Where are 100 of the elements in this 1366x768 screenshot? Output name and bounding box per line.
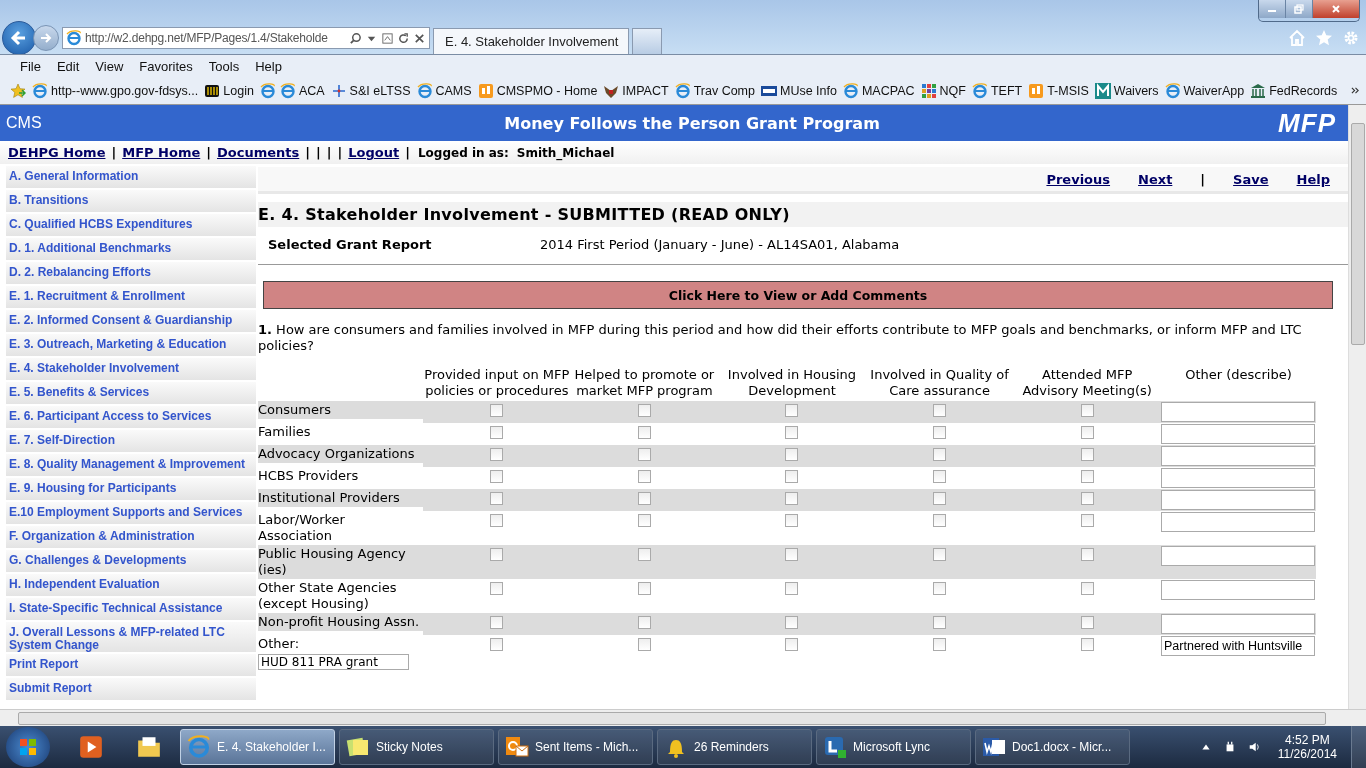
checkbox[interactable] <box>785 448 799 461</box>
sidebar-item[interactable]: H. Independent Evaluation <box>6 574 256 596</box>
taskbar-button[interactable]: 26 Reminders <box>657 729 812 765</box>
taskbar-button[interactable]: Microsoft Lync <box>816 729 971 765</box>
checkbox[interactable] <box>637 470 651 483</box>
browser-tab[interactable]: E. 4. Stakeholder Involvement <box>433 28 629 54</box>
sidebar-item[interactable]: I. State-Specific Technical Assistance <box>6 598 256 620</box>
sidebar-item[interactable]: E. 2. Informed Consent & Guardianship <box>6 310 256 332</box>
checkbox[interactable] <box>637 448 651 461</box>
previous-link[interactable]: Previous <box>1046 171 1111 187</box>
checkbox[interactable] <box>490 404 504 417</box>
speaker-icon[interactable] <box>1247 741 1260 753</box>
help-link[interactable]: Help <box>1296 171 1330 187</box>
bookmark[interactable]: Trav Comp <box>674 82 755 99</box>
stop-icon[interactable] <box>413 31 426 45</box>
input-field[interactable]: Partnered with Huntsville <box>1161 636 1315 656</box>
bookmark[interactable]: Waivers <box>1094 82 1159 99</box>
save-link[interactable]: Save <box>1233 171 1269 187</box>
bookmark[interactable]: http--www.gpo.gov-fdsys... <box>32 82 199 99</box>
vertical-scrollbar[interactable] <box>1348 105 1366 710</box>
input-field[interactable] <box>1161 512 1315 532</box>
sidebar-item[interactable]: E. 9. Housing for Participants <box>6 478 256 500</box>
checkbox[interactable] <box>490 514 504 527</box>
star-icon[interactable] <box>1315 29 1333 47</box>
checkbox[interactable] <box>785 470 799 483</box>
sidebar-item[interactable]: Submit Report <box>6 678 256 700</box>
checkbox[interactable] <box>933 404 947 417</box>
checkbox[interactable] <box>1080 448 1094 461</box>
sidebar-item[interactable]: E. 4. Stakeholder Involvement <box>6 358 256 380</box>
menu-item[interactable]: Tools <box>200 58 248 74</box>
new-tab-button[interactable] <box>632 28 662 54</box>
input-field[interactable] <box>1161 424 1315 444</box>
menu-item[interactable]: Favorites <box>131 58 201 74</box>
bookmark[interactable]: TEFT <box>971 82 1023 99</box>
favorites-star-icon[interactable] <box>10 82 26 99</box>
sidebar-item[interactable]: D. 1. Additional Benchmarks <box>6 238 256 260</box>
checkbox[interactable] <box>785 638 799 651</box>
sidebar-item[interactable]: E. 5. Benefits & Services <box>6 382 256 404</box>
checkbox[interactable] <box>933 426 947 439</box>
clock[interactable]: 4:52 PM 11/26/2014 <box>1277 733 1337 761</box>
checkbox[interactable] <box>933 514 947 527</box>
checkbox[interactable] <box>637 404 651 417</box>
bookmark[interactable]: NQF <box>920 82 966 99</box>
checkbox[interactable] <box>933 582 947 595</box>
checkbox[interactable] <box>637 492 651 505</box>
checkbox[interactable] <box>1080 548 1094 561</box>
menu-item[interactable]: View <box>87 58 132 74</box>
checkbox[interactable] <box>637 582 651 595</box>
sidebar-item[interactable]: J. Overall Lessons & MFP-related LTC System Change <box>6 622 256 652</box>
taskbar-button[interactable]: Doc1.docx - Micr... <box>975 729 1130 765</box>
checkbox[interactable] <box>490 616 504 629</box>
nav-link[interactable]: DEHPG Home <box>8 145 106 160</box>
horizontal-scrollbar[interactable] <box>0 709 1366 726</box>
input-field[interactable] <box>1161 446 1315 466</box>
checkbox[interactable] <box>785 548 799 561</box>
sidebar-item[interactable]: C. Qualified HCBS Expenditures <box>6 214 256 236</box>
checkbox[interactable] <box>1080 426 1094 439</box>
sidebar-item[interactable]: E. 1. Recruitment & Enrollment <box>6 286 256 308</box>
sidebar-item[interactable]: E. 8. Quality Management & Improvement <box>6 454 256 476</box>
checkbox[interactable] <box>490 638 504 651</box>
checkbox[interactable] <box>933 492 947 505</box>
checkbox[interactable] <box>933 548 947 561</box>
checkbox[interactable] <box>637 638 651 651</box>
checkbox[interactable] <box>785 426 799 439</box>
checkbox[interactable] <box>785 616 799 629</box>
sidebar-item[interactable]: D. 2. Rebalancing Efforts <box>6 262 256 284</box>
sidebar-item[interactable]: E. 3. Outreach, Marketing & Education <box>6 334 256 356</box>
checkbox[interactable] <box>1080 470 1094 483</box>
input-field[interactable] <box>1161 490 1315 510</box>
checkbox[interactable] <box>490 492 504 505</box>
forward-button[interactable] <box>33 25 59 51</box>
bookmark[interactable]: ACA <box>279 82 325 99</box>
input-field[interactable]: HUD 811 PRA grant <box>258 654 409 670</box>
nav-link[interactable]: Documents <box>217 145 300 160</box>
sidebar-item[interactable]: E. 6. Participant Access to Services <box>6 406 256 428</box>
minimize-button[interactable] <box>1259 0 1286 18</box>
checkbox[interactable] <box>933 616 947 629</box>
media-player-icon[interactable] <box>78 734 104 760</box>
checkbox[interactable] <box>1080 582 1094 595</box>
bookmark[interactable]: T-MSIS <box>1028 82 1089 99</box>
next-link[interactable]: Next <box>1138 171 1173 187</box>
input-field[interactable] <box>1161 580 1315 600</box>
back-button[interactable] <box>2 21 36 55</box>
checkbox[interactable] <box>490 548 504 561</box>
checkbox[interactable] <box>1080 616 1094 629</box>
checkbox[interactable] <box>785 404 799 417</box>
checkbox[interactable] <box>1080 404 1094 417</box>
bookmark[interactable]: MACPAC <box>842 82 915 99</box>
checkbox[interactable] <box>490 582 504 595</box>
checkbox[interactable] <box>785 582 799 595</box>
checkbox[interactable] <box>1080 492 1094 505</box>
checkbox[interactable] <box>490 470 504 483</box>
checkbox[interactable] <box>490 448 504 461</box>
checkbox[interactable] <box>785 514 799 527</box>
checkbox[interactable] <box>637 548 651 561</box>
bookmark[interactable]: CMSPMO - Home <box>477 82 598 99</box>
bookmark[interactable]: IMPACT <box>603 82 669 99</box>
nav-link[interactable]: MFP Home <box>122 145 201 160</box>
refresh-icon[interactable] <box>397 31 410 45</box>
checkbox[interactable] <box>933 448 947 461</box>
